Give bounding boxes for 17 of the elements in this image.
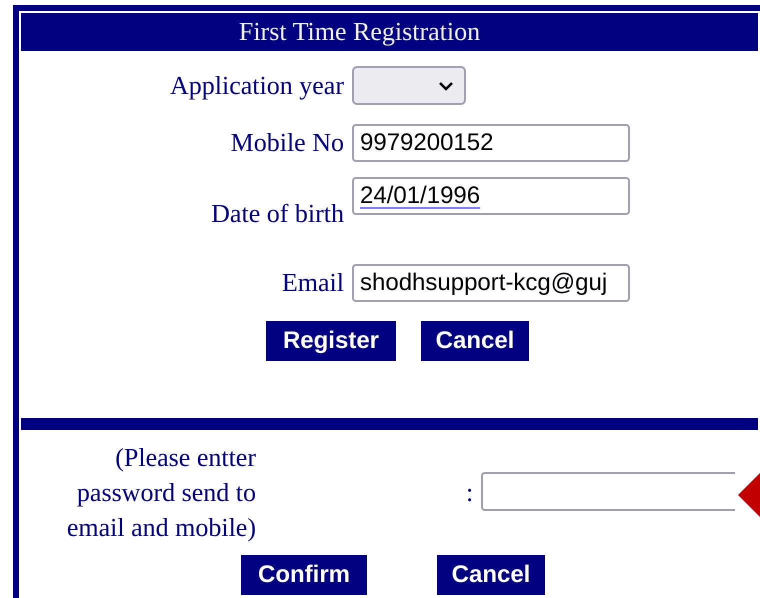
field-label: Email xyxy=(280,268,344,298)
date-field[interactable]: 24/01/1996 xyxy=(352,177,630,215)
field-label: Application year xyxy=(169,70,344,100)
year-dropdown[interactable] xyxy=(352,66,466,105)
password-instruction: (Please entter password send to email and mobile) xyxy=(66,442,256,544)
action-button[interactable]: Cancel xyxy=(437,555,545,595)
action-button[interactable]: Cancel xyxy=(421,321,529,361)
action-button[interactable]: Register xyxy=(266,321,396,361)
action-button[interactable]: Confirm xyxy=(241,555,367,595)
field-label: Mobile No xyxy=(230,128,344,158)
input-field[interactable]: shodhsupport-kcg@guj xyxy=(352,264,630,302)
password-field[interactable] xyxy=(481,472,736,511)
input-field[interactable]: 9979200152 xyxy=(352,124,630,162)
form-title: First Time Registration xyxy=(21,13,758,51)
colon-separator: : xyxy=(466,477,474,509)
chevron-down-icon xyxy=(438,80,454,90)
field-label: Date of birth xyxy=(210,199,344,229)
